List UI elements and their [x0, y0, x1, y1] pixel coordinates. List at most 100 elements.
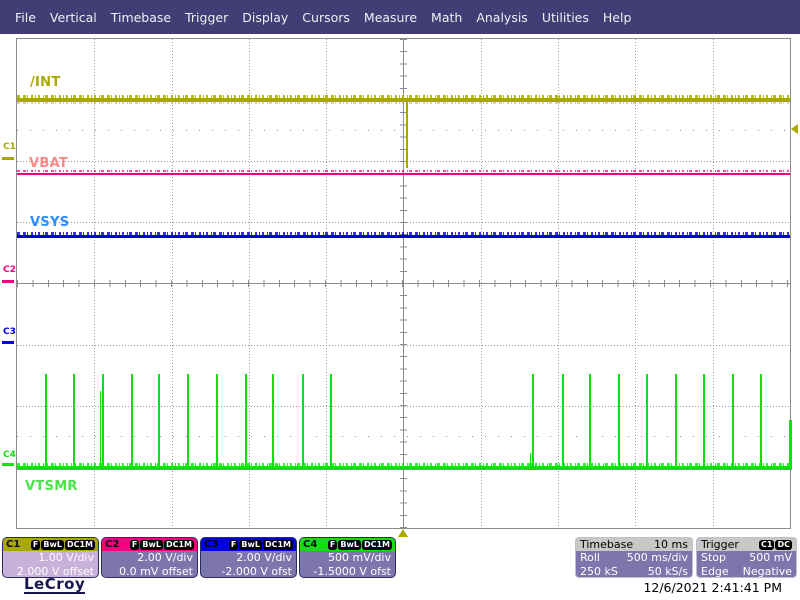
menu-item-help[interactable]: Help: [596, 10, 639, 25]
vtsmr-pulse: [102, 374, 104, 470]
channel-descriptor-c1[interactable]: C1 F BwL DC1M 1.00 V/div 2.000 V offset: [2, 537, 99, 578]
waveform-grid: /INT VBAT VSYS VTSMR: [16, 38, 792, 529]
trace-int-trigger-pulse: [406, 102, 408, 168]
vtsmr-pulse: [562, 374, 564, 470]
badge-bwl-c2: BwL: [140, 539, 163, 550]
vtsmr-pulse: [703, 374, 705, 470]
timebase-rate: 50 kS/s: [647, 564, 688, 578]
trigger-time-marker-icon[interactable]: [398, 529, 408, 537]
vtsmr-pulse: [532, 374, 534, 470]
channel-offset-indicator-c2[interactable]: [2, 280, 14, 283]
timebase-title: Timebase: [580, 538, 634, 551]
timebase-delay: 10 ms: [654, 538, 688, 551]
channel-marker-c1[interactable]: C1: [3, 142, 16, 152]
descriptor-vdiv-c2: 2.00 V/div: [137, 551, 193, 564]
menu-item-file[interactable]: File: [8, 10, 43, 25]
descriptor-offset-c2: 0.0 mV offset: [119, 564, 193, 578]
vtsmr-pulse: [330, 374, 332, 470]
timebase-samples: 250 kS: [580, 564, 618, 578]
descriptor-vdiv-c4: 500 mV/div: [328, 551, 391, 564]
vtsmr-pulse: [158, 374, 160, 470]
trace-vbat: [17, 173, 790, 175]
timebase-descriptor[interactable]: Timebase 10 ms Roll 500 ms/div 250 kS 50…: [575, 537, 693, 578]
menu-item-vertical[interactable]: Vertical: [43, 10, 104, 25]
badge-f-c1: F: [30, 539, 41, 550]
trigger-source-badge: C1: [759, 539, 775, 550]
badge-bwl-c3: BwL: [239, 539, 262, 550]
vtsmr-pulse: [589, 374, 591, 470]
vtsmr-minor-pulse: [100, 391, 101, 470]
menu-item-measure[interactable]: Measure: [357, 10, 424, 25]
descriptor-id-c1: C1: [6, 539, 21, 550]
badge-bwl-c1: BwL: [41, 539, 64, 550]
descriptor-id-c2: C2: [105, 539, 120, 550]
trace-label-int: /INT: [30, 75, 61, 90]
trigger-level: 500 mV: [749, 551, 792, 564]
vtsmr-pulse: [245, 374, 247, 470]
descriptor-id-c4: C4: [303, 539, 318, 550]
channel-descriptor-c2[interactable]: C2 F BwL DC1M 2.00 V/div 0.0 mV offset: [101, 537, 198, 578]
badge-coupling-c3: DC1M: [262, 539, 293, 550]
badge-f-c2: F: [129, 539, 140, 550]
channel-descriptor-c4[interactable]: C4 F BwL DC1M 500 mV/div -1.5000 V ofst: [299, 537, 396, 578]
menu-item-cursors[interactable]: Cursors: [295, 10, 357, 25]
channel-marker-c4[interactable]: C4: [3, 450, 16, 460]
vtsmr-pulse: [618, 374, 620, 470]
trigger-mode: Stop: [701, 551, 727, 564]
vtsmr-pulse: [760, 374, 762, 470]
badge-f-c3: F: [228, 539, 239, 550]
channel-marker-c2[interactable]: C2: [3, 265, 16, 275]
vtsmr-pulse: [131, 374, 133, 470]
menu-item-trigger[interactable]: Trigger: [178, 10, 235, 25]
trigger-title: Trigger: [701, 538, 739, 551]
trace-vbat-noise: [17, 170, 790, 172]
descriptor-vdiv-c3: 2.00 V/div: [236, 551, 292, 564]
trace-int-noise-below: [17, 102, 790, 104]
descriptor-vdiv-c1: 1.00 V/div: [38, 551, 94, 564]
menu-item-utilities[interactable]: Utilities: [535, 10, 596, 25]
vtsmr-pulse: [187, 374, 189, 470]
trigger-slope: Negative: [742, 564, 792, 578]
trace-vsys: [17, 235, 790, 238]
timestamp: 12/6/2021 2:41:41 PM: [643, 580, 782, 595]
trace-label-vtsmr: VTSMR: [25, 479, 78, 494]
badge-coupling-c4: DC1M: [361, 539, 392, 550]
vtsmr-pulse: [675, 374, 677, 470]
trigger-type: Edge: [701, 564, 729, 578]
timebase-scale: 500 ms/div: [626, 551, 688, 564]
descriptor-offset-c4: -1.5000 V ofst: [313, 564, 391, 578]
descriptor-id-c3: C3: [204, 539, 219, 550]
vtsmr-pulse: [73, 374, 75, 470]
trigger-level-arrow-icon[interactable]: [791, 124, 798, 134]
menu-item-math[interactable]: Math: [424, 10, 469, 25]
menu-bar: File Vertical Timebase Trigger Display Cursor…: [0, 0, 800, 34]
center-horizontal-axis-ticks: [17, 280, 790, 287]
vtsmr-pulse: [732, 374, 734, 470]
trigger-descriptor[interactable]: Trigger C1 DC Stop 500 mV Edge Negative: [696, 537, 797, 578]
vtsmr-pulse: [272, 374, 274, 470]
descriptor-offset-c3: -2.000 V ofst: [221, 564, 292, 578]
trace-label-vbat: VBAT: [29, 156, 69, 171]
channel-descriptor-c3[interactable]: C3 F BwL DC1M 2.00 V/div -2.000 V ofst: [200, 537, 297, 578]
channel-marker-c3[interactable]: C3: [3, 327, 16, 337]
vtsmr-pulse: [302, 374, 304, 470]
lecroy-logo: LeCroy: [24, 575, 86, 594]
menu-item-display[interactable]: Display: [235, 10, 295, 25]
menu-item-timebase[interactable]: Timebase: [104, 10, 178, 25]
timebase-mode: Roll: [580, 551, 600, 564]
trace-label-vsys: VSYS: [30, 215, 70, 230]
badge-coupling-c1: DC1M: [64, 539, 95, 550]
minor-dot-row-upper: [17, 130, 790, 131]
menu-item-analysis[interactable]: Analysis: [469, 10, 535, 25]
vtsmr-pulse: [216, 374, 218, 470]
channel-offset-indicator-c4[interactable]: [2, 463, 14, 466]
vtsmr-pulse: [646, 374, 648, 470]
trace-vtsmr: [17, 466, 790, 470]
channel-offset-indicator-c1[interactable]: [2, 157, 14, 160]
badge-bwl-c4: BwL: [338, 539, 361, 550]
trigger-coupling-badge: DC: [775, 539, 792, 550]
badge-coupling-c2: DC1M: [163, 539, 194, 550]
badge-f-c4: F: [327, 539, 338, 550]
channel-offset-indicator-c3[interactable]: [2, 341, 14, 344]
vtsmr-pulse: [45, 374, 47, 470]
